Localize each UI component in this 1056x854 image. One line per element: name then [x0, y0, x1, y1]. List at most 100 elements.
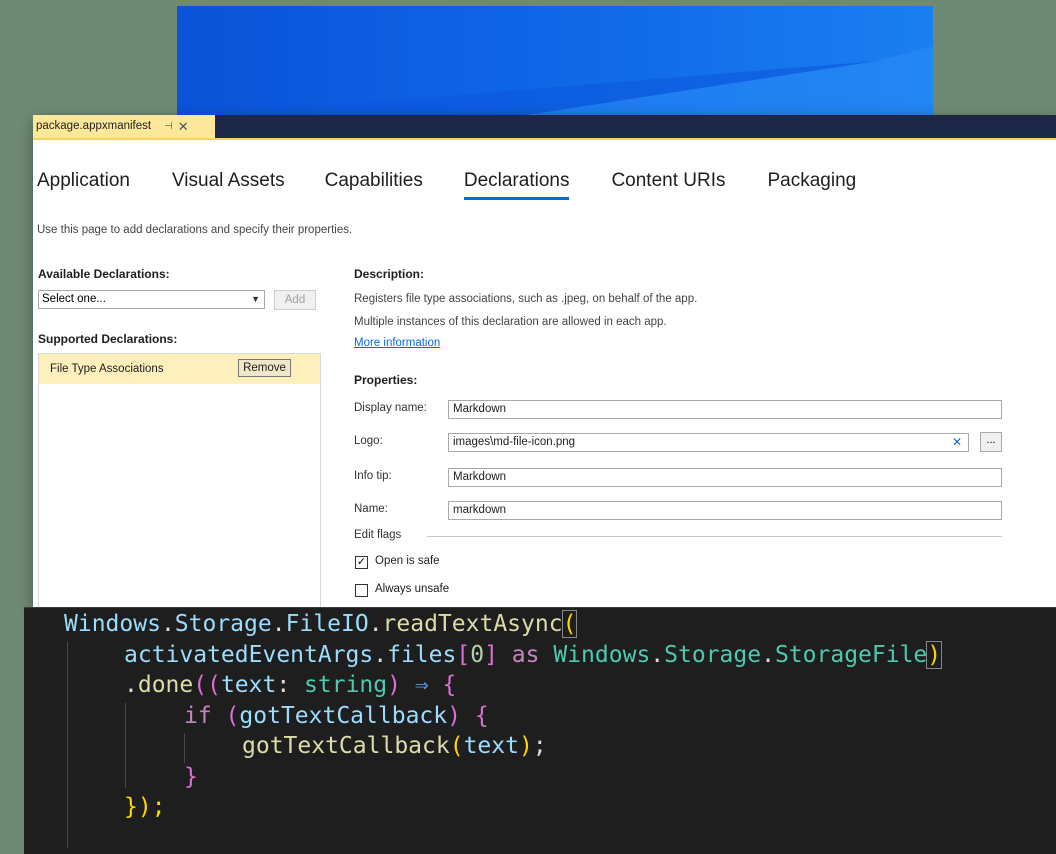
- edit-flags-divider: [427, 536, 1002, 537]
- code-token: string: [304, 672, 388, 698]
- document-tab-bar: package.appxmanifest ⊣ ✕: [33, 115, 1056, 140]
- code-token: ⇒: [401, 672, 443, 698]
- code-token: [: [456, 642, 471, 668]
- code-token: StorageFile: [774, 642, 928, 668]
- pin-icon[interactable]: ⊣: [164, 115, 173, 138]
- code-token: ): [387, 672, 401, 698]
- code-line-7: });: [124, 794, 166, 820]
- intro-text: Use this page to add declarations and sp…: [37, 224, 353, 236]
- always-unsafe-checkbox[interactable]: [355, 584, 368, 597]
- code-token: :: [276, 672, 305, 698]
- code-token: gotTextCallback: [239, 703, 448, 729]
- checkmark-icon: ✓: [356, 556, 367, 568]
- code-token: {: [442, 672, 457, 698]
- add-button[interactable]: Add: [274, 290, 316, 310]
- description-heading: Description:: [354, 267, 425, 281]
- code-token: files: [387, 642, 457, 668]
- code-line-3: .done((text: string) ⇒ {: [124, 672, 456, 698]
- code-token: text: [220, 672, 277, 698]
- logo-label: Logo:: [354, 435, 383, 447]
- description-line-1: Registers file type associations, such a…: [354, 293, 698, 305]
- code-token: }: [184, 764, 198, 790]
- name-label: Name:: [354, 503, 388, 515]
- display-name-field[interactable]: Markdown: [448, 400, 1002, 419]
- code-line-2: activatedEventArgs.files[0] as Windows.S…: [124, 641, 943, 669]
- code-token: gotTextCallback: [242, 733, 450, 759]
- code-token: done: [137, 672, 194, 698]
- remove-button[interactable]: Remove: [238, 359, 291, 377]
- document-tab-title: package.appxmanifest: [36, 120, 152, 132]
- code-token: Storage: [664, 642, 762, 668]
- supported-declarations-list: File Type Associations Remove: [38, 353, 321, 610]
- code-line-5: gotTextCallback(text);: [242, 733, 547, 759]
- code-token: Windows: [553, 642, 651, 668]
- code-token: activatedEventArgs: [124, 642, 374, 668]
- code-line-4: if (gotTextCallback) {: [184, 703, 489, 729]
- edit-flags-label: Edit flags: [354, 529, 402, 541]
- code-line-6: }: [184, 764, 198, 790]
- code-token: text: [463, 733, 519, 759]
- code-token: ]: [484, 642, 498, 668]
- tab-packaging[interactable]: Packaging: [768, 170, 857, 200]
- code-token: .: [650, 642, 665, 668]
- logo-field[interactable]: images\md-file-icon.png ✕: [448, 433, 969, 452]
- tab-declarations[interactable]: Declarations: [463, 170, 569, 200]
- code-token: ): [447, 703, 461, 729]
- code-token: {: [460, 703, 489, 729]
- more-information-link[interactable]: More information: [354, 337, 440, 349]
- code-token: ): [518, 733, 533, 759]
- indent-guide: [67, 642, 68, 848]
- tab-content-uris[interactable]: Content URIs: [611, 170, 725, 200]
- properties-heading: Properties:: [354, 373, 418, 387]
- code-token: .: [271, 611, 286, 637]
- code-token: });: [124, 794, 166, 820]
- code-token: 0: [470, 642, 485, 668]
- manifest-tabs: Application Visual Assets Capabilities D…: [37, 170, 856, 200]
- info-tip-label: Info tip:: [354, 470, 392, 482]
- code-token: .: [373, 642, 388, 668]
- code-token: ): [926, 641, 943, 669]
- code-token: .: [761, 642, 775, 668]
- code-token: if: [184, 703, 212, 729]
- available-declarations-heading: Available Declarations:: [38, 267, 170, 281]
- code-token: FileIO: [285, 611, 369, 637]
- code-editor[interactable]: Windows.Storage.FileIO.readTextAsync( ac…: [24, 607, 1056, 854]
- code-token: ;: [532, 733, 547, 759]
- code-token: as: [511, 642, 540, 668]
- code-token: .: [160, 611, 175, 637]
- document-tab[interactable]: package.appxmanifest ⊣ ✕: [33, 115, 215, 138]
- code-token: (: [211, 703, 240, 729]
- open-is-safe-label: Open is safe: [375, 555, 440, 567]
- always-unsafe-label: Always unsafe: [375, 583, 450, 595]
- description-line-2: Multiple instances of this declaration a…: [354, 316, 667, 328]
- declaration-select-value: Select one...: [42, 293, 106, 305]
- banner-facet: [177, 46, 933, 118]
- open-is-safe-checkbox[interactable]: ✓: [355, 556, 368, 569]
- chevron-down-icon: ▼: [251, 294, 260, 304]
- tab-visual-assets[interactable]: Visual Assets: [172, 170, 285, 200]
- declaration-select[interactable]: Select one... ▼: [38, 290, 265, 309]
- code-line-1: Windows.Storage.FileIO.readTextAsync(: [64, 610, 578, 638]
- code-token: (: [449, 733, 464, 759]
- name-field[interactable]: markdown: [448, 501, 1002, 520]
- close-icon[interactable]: ✕: [178, 115, 189, 138]
- code-token: Storage: [174, 611, 272, 637]
- code-token: .: [368, 611, 383, 637]
- manifest-editor: package.appxmanifest ⊣ ✕ Application Vis…: [33, 115, 1056, 610]
- code-token: ((: [193, 672, 221, 698]
- info-tip-field[interactable]: Markdown: [448, 468, 1002, 487]
- supported-declarations-heading: Supported Declarations:: [38, 332, 178, 346]
- code-token: .: [124, 672, 138, 698]
- logo-value: images\md-file-icon.png: [453, 436, 576, 448]
- browse-button[interactable]: ...: [980, 432, 1002, 452]
- tab-capabilities[interactable]: Capabilities: [325, 170, 423, 200]
- clear-icon[interactable]: ✕: [952, 434, 962, 451]
- indent-guide: [125, 703, 126, 788]
- tab-application[interactable]: Application: [37, 170, 130, 200]
- indent-guide: [184, 733, 185, 763]
- code-token: (: [561, 610, 578, 638]
- list-item[interactable]: File Type Associations Remove: [39, 354, 320, 384]
- display-name-label: Display name:: [354, 402, 427, 414]
- declaration-label: File Type Associations: [50, 363, 164, 375]
- code-token: readTextAsync: [382, 611, 563, 637]
